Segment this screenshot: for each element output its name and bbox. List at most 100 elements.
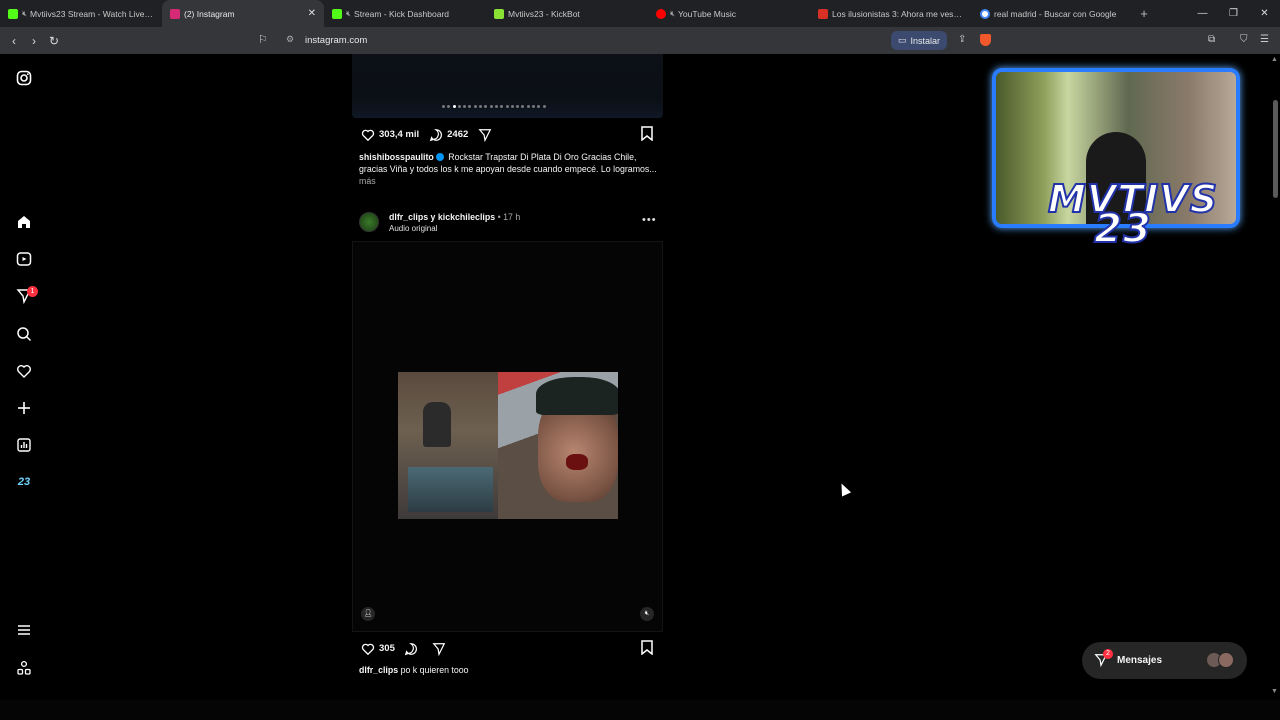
site-info-icon[interactable]: ⚙ [286, 34, 294, 45]
browser-toolbar: ‹ › ↻ ⚐ ⚙ instagram.com ▭ Instalar ⇪ ⧉ ⛉… [0, 27, 1280, 54]
carousel-dot [537, 105, 541, 108]
menu-icon[interactable]: ☰ [1260, 34, 1269, 45]
address-bar[interactable]: instagram.com [305, 35, 367, 46]
tab-title: Mvtiivs23 Stream - Watch Live on [30, 8, 154, 19]
mute-toggle-icon[interactable]: 🔇︎ [640, 607, 654, 621]
scrollbar-thumb[interactable] [1273, 100, 1278, 198]
muted-icon[interactable]: 🔇︎ [670, 9, 675, 19]
like-icon[interactable] [359, 640, 376, 657]
comment-icon[interactable] [403, 640, 420, 657]
muted-icon[interactable]: 🔇︎ [22, 9, 27, 19]
post-caption: shishibosspaulito Rockstar Trapstar Di P… [359, 151, 659, 187]
messages-label: Mensajes [1117, 655, 1163, 666]
tab-strip: 🔇︎ Mvtiivs23 Stream - Watch Live on (2) … [0, 0, 1280, 27]
browser-tab-active[interactable]: (2) Instagram ✕ [162, 0, 324, 27]
tagged-user-icon[interactable]: 👤︎ [361, 607, 375, 621]
instagram-logo-icon[interactable] [14, 68, 34, 88]
profile-avatar[interactable]: 23 [14, 472, 34, 492]
home-icon[interactable] [14, 212, 34, 232]
carousel-dot [516, 105, 520, 108]
avatar [1218, 652, 1234, 668]
carousel-dot [526, 105, 530, 108]
install-app-button[interactable]: ▭ Instalar [891, 31, 948, 50]
close-tab-icon[interactable]: ✕ [308, 8, 316, 19]
post-video[interactable]: 👤︎ 🔇︎ [352, 241, 663, 632]
browser-tab[interactable]: 🔇︎ Mvtiivs23 Stream - Watch Live on [0, 0, 162, 27]
stream-webcam-overlay: MVTIVS 23 [988, 64, 1244, 260]
restore-icon[interactable]: ❐ [1218, 8, 1249, 19]
save-bookmark-icon[interactable] [640, 126, 656, 142]
share-icon[interactable]: ⇪ [958, 34, 966, 45]
carousel-dot [494, 105, 498, 108]
kick-favicon-icon [8, 8, 18, 19]
avatar[interactable] [359, 212, 379, 232]
also-from-meta-icon[interactable] [14, 658, 34, 678]
carousel-dot [500, 105, 504, 108]
like-count[interactable]: 303,4 mil [379, 129, 419, 140]
video-frame [398, 372, 618, 519]
post-time: • 17 h [497, 212, 521, 222]
post-media-carousel[interactable] [352, 54, 663, 118]
gmail-favicon-icon [818, 8, 828, 19]
browser-tab[interactable]: 🔇︎ YouTube Music [648, 0, 810, 27]
share-icon[interactable] [476, 126, 493, 143]
tab-title: Stream - Kick Dashboard [354, 8, 449, 19]
caption-username[interactable]: dlfr_clips [359, 665, 398, 675]
browser-tab[interactable]: real madrid - Buscar con Google [972, 0, 1134, 27]
bookmark-icon[interactable]: ⚐ [258, 33, 268, 46]
bottom-bar [0, 700, 1280, 720]
tab-title: YouTube Music [678, 8, 737, 19]
notifications-heart-icon[interactable] [14, 361, 34, 381]
scroll-up-icon[interactable]: ▲ [1271, 56, 1278, 63]
more-options-icon[interactable]: ••• [642, 214, 657, 226]
carousel-dot [463, 105, 467, 108]
messages-button[interactable]: 2 Mensajes [1082, 642, 1247, 679]
like-count[interactable]: 305 [379, 643, 395, 654]
tab-title: real madrid - Buscar con Google [994, 8, 1117, 19]
back-icon[interactable]: ‹ [4, 34, 24, 48]
browser-tab[interactable]: Mvtiivs23 - KickBot [486, 0, 648, 27]
reels-icon[interactable] [14, 249, 34, 269]
save-bookmark-icon[interactable] [640, 640, 656, 656]
instagram-favicon-icon [170, 8, 180, 19]
carousel-dot [505, 105, 509, 108]
kickbot-favicon-icon [494, 8, 504, 19]
carousel-dot [521, 105, 525, 108]
share-icon[interactable] [431, 640, 448, 657]
verified-badge-icon [435, 153, 444, 161]
carousel-dot [452, 105, 456, 108]
window-controls: — ❐ ✕ [1187, 0, 1280, 27]
post-author[interactable]: dlfr_clips y kickchileclips • 17 h [389, 212, 520, 222]
more-link[interactable]: más [359, 176, 376, 186]
carousel-dot [542, 105, 546, 108]
close-window-icon[interactable]: ✕ [1249, 8, 1280, 19]
minimize-icon[interactable]: — [1187, 8, 1218, 19]
brave-shield-icon[interactable] [980, 34, 991, 46]
search-icon[interactable] [14, 324, 34, 344]
post-actions: 303,4 mil 2462 [359, 126, 496, 143]
more-menu-icon[interactable] [14, 620, 34, 640]
reload-icon[interactable]: ↻ [44, 34, 64, 48]
scroll-down-icon[interactable]: ▼ [1271, 688, 1278, 695]
dashboard-icon[interactable] [14, 435, 34, 455]
tab-title: Los ilusionistas 3: Ahora me ves, aho [832, 8, 964, 19]
post-header: dlfr_clips y kickchileclips • 17 h Audio… [359, 210, 659, 236]
messages-badge: 2 [1103, 649, 1113, 659]
like-icon[interactable] [359, 126, 376, 143]
audio-label[interactable]: Audio original [389, 224, 437, 233]
forward-icon[interactable]: › [24, 34, 44, 48]
post-author-names[interactable]: dlfr_clips y kickchileclips [389, 212, 495, 222]
browser-tab[interactable]: Los ilusionistas 3: Ahora me ves, aho [810, 0, 972, 27]
new-tab-button[interactable]: + [1134, 6, 1154, 21]
vpn-icon[interactable]: ⛉ [1240, 34, 1248, 45]
carousel-dot [510, 105, 514, 108]
carousel-dot [442, 105, 445, 108]
muted-icon[interactable]: 🔇︎ [346, 9, 351, 19]
page-scrollbar[interactable]: ▲ ▼ [1270, 54, 1280, 700]
comment-icon[interactable] [427, 126, 444, 143]
browser-tab[interactable]: 🔇︎ Stream - Kick Dashboard [324, 0, 486, 27]
post-username[interactable]: shishibosspaulito [359, 152, 434, 162]
comment-count[interactable]: 2462 [447, 129, 468, 140]
sidebar-toggle-icon[interactable]: ⧉ [1208, 34, 1215, 45]
create-plus-icon[interactable] [14, 398, 34, 418]
